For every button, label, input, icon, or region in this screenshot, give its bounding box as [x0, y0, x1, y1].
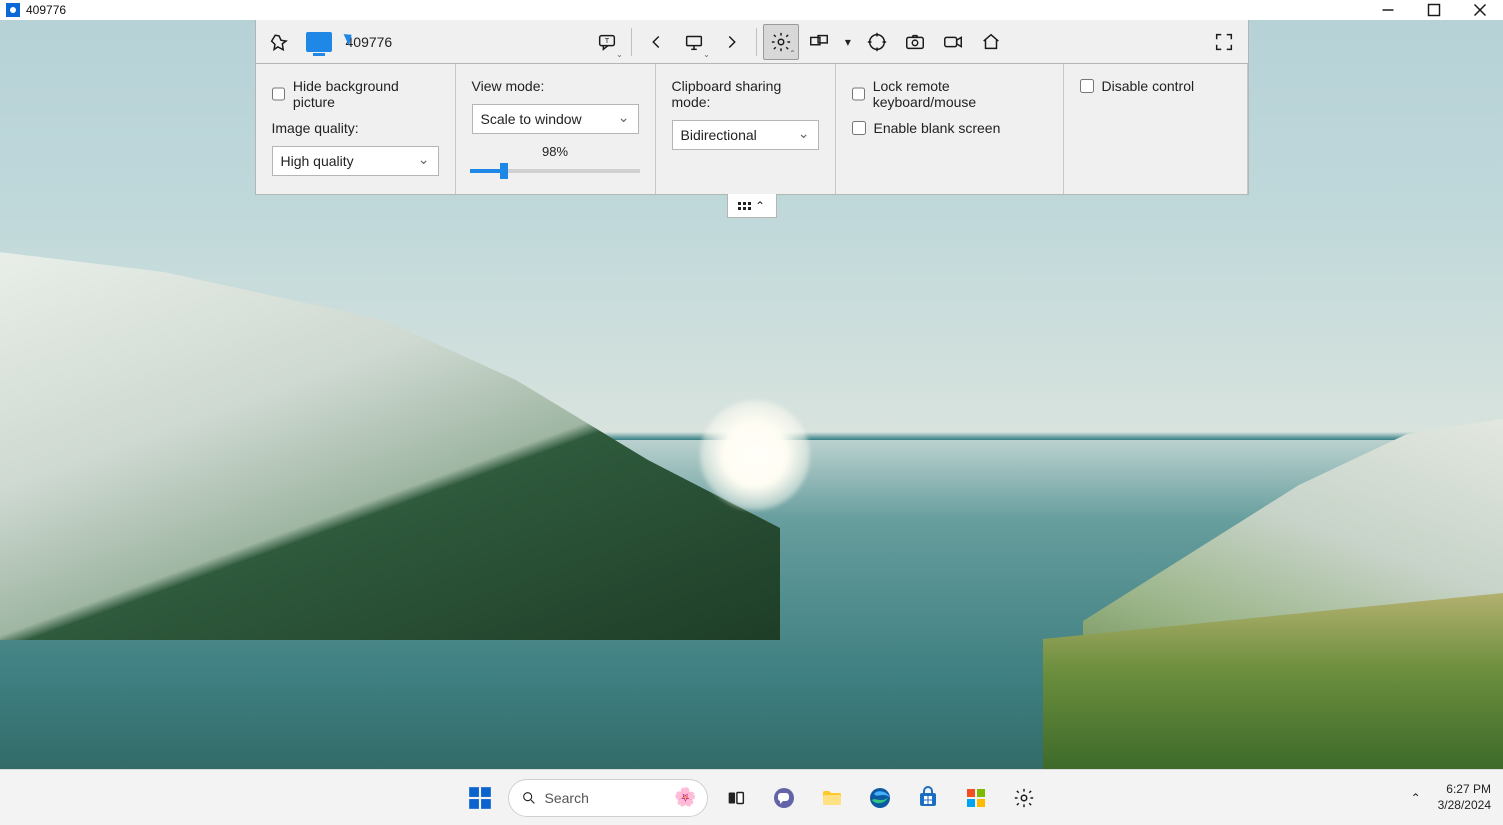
- taskbar-search[interactable]: Search 🌸: [508, 779, 708, 817]
- window-close-button[interactable]: [1457, 0, 1503, 20]
- image-quality-select[interactable]: High quality: [272, 146, 439, 176]
- hide-background-label: Hide background picture: [293, 78, 439, 110]
- fullscreen-button[interactable]: [1206, 24, 1242, 60]
- taskbar-app-icon[interactable]: [956, 778, 996, 818]
- toolbar-separator: [631, 28, 632, 56]
- taskbar-search-placeholder: Search: [545, 790, 589, 806]
- search-icon: [521, 790, 537, 806]
- taskbar-settings-icon[interactable]: [1004, 778, 1044, 818]
- collapse-panel-tab[interactable]: ⌃: [727, 194, 777, 218]
- chevron-up-icon: ⌃: [789, 49, 796, 58]
- hide-background-checkbox[interactable]: Hide background picture: [272, 78, 439, 110]
- tray-overflow-button[interactable]: ⌃: [1404, 791, 1428, 805]
- zoom-slider-fill: [470, 169, 504, 173]
- settings-col-view: View mode: Scale to window 98%: [456, 64, 656, 194]
- system-tray: ⌃ 6:27 PM 3/28/2024: [1404, 770, 1491, 825]
- taskbar-date: 3/28/2024: [1438, 798, 1491, 814]
- disable-control-label: Disable control: [1102, 78, 1195, 94]
- grip-icon: [738, 202, 751, 210]
- clipboard-select[interactable]: Bidirectional: [672, 120, 819, 150]
- view-mode-label: View mode:: [472, 78, 639, 94]
- window-titlebar: 409776: [0, 0, 1503, 20]
- clipboard-value: Bidirectional: [681, 127, 757, 143]
- disable-control-checkbox[interactable]: Disable control: [1080, 78, 1231, 94]
- settings-panel: Hide background picture Image quality: H…: [255, 64, 1249, 195]
- settings-col-clipboard: Clipboard sharing mode: Bidirectional: [656, 64, 836, 194]
- view-mode-value: Scale to window: [481, 111, 582, 127]
- clipboard-label: Clipboard sharing mode:: [672, 78, 819, 110]
- enable-blank-checkbox[interactable]: Enable blank screen: [852, 120, 1047, 136]
- disable-control-input[interactable]: [1080, 79, 1094, 93]
- enable-blank-label: Enable blank screen: [874, 120, 1001, 136]
- actions-dropdown-button[interactable]: ▾: [839, 24, 857, 60]
- taskbar-store-icon[interactable]: [908, 778, 948, 818]
- taskbar-clock[interactable]: 6:27 PM 3/28/2024: [1438, 782, 1491, 813]
- settings-col-input: Lock remote keyboard/mouse Enable blank …: [836, 64, 1064, 194]
- window-minimize-button[interactable]: [1365, 0, 1411, 20]
- chevron-down-icon: ⌄: [616, 50, 623, 59]
- app-icon: [6, 3, 20, 17]
- chevron-down-icon: ⌄: [703, 50, 710, 59]
- lock-remote-input[interactable]: [852, 87, 865, 101]
- taskbar-file-explorer-icon[interactable]: [812, 778, 852, 818]
- monitor-selector-button[interactable]: ⌄: [676, 24, 712, 60]
- chat-button[interactable]: T ⌄: [589, 24, 625, 60]
- hide-background-input[interactable]: [272, 87, 285, 101]
- image-quality-label: Image quality:: [272, 120, 439, 136]
- taskbar-chat-icon[interactable]: [764, 778, 804, 818]
- start-button[interactable]: [460, 778, 500, 818]
- zoom-slider-thumb[interactable]: [500, 163, 508, 179]
- toolbar-separator: [756, 28, 757, 56]
- next-monitor-button[interactable]: [714, 24, 750, 60]
- settings-col-display1: Hide background picture Image quality: H…: [256, 64, 456, 194]
- search-decoration-icon: 🌸: [674, 787, 696, 808]
- wallpaper-sun: [700, 400, 810, 510]
- windows-taskbar: Search 🌸 ⌃: [0, 769, 1503, 825]
- session-toolbar: 409776 T ⌄ ⌄ ⌃: [255, 20, 1249, 64]
- lock-remote-checkbox[interactable]: Lock remote keyboard/mouse: [852, 78, 1047, 110]
- settings-col-control: Disable control: [1064, 64, 1248, 194]
- taskbar-center: Search 🌸: [460, 770, 1044, 825]
- zoom-slider[interactable]: [470, 169, 640, 173]
- monitor-icon: [306, 32, 332, 52]
- multi-window-button[interactable]: [801, 24, 837, 60]
- session-indicator[interactable]: [300, 26, 338, 58]
- chevron-up-icon: ⌃: [755, 199, 765, 213]
- session-toolbar-container: 409776 T ⌄ ⌄ ⌃: [255, 20, 1249, 195]
- taskbar-time: 6:27 PM: [1446, 782, 1491, 798]
- taskbar-edge-icon[interactable]: [860, 778, 900, 818]
- home-button[interactable]: [973, 24, 1009, 60]
- target-button[interactable]: [859, 24, 895, 60]
- view-mode-select[interactable]: Scale to window: [472, 104, 639, 134]
- caret-down-icon: ▾: [845, 35, 851, 49]
- screenshot-button[interactable]: [897, 24, 933, 60]
- lock-remote-label: Lock remote keyboard/mouse: [873, 78, 1047, 110]
- enable-blank-input[interactable]: [852, 121, 866, 135]
- settings-button[interactable]: ⌃: [763, 24, 799, 60]
- zoom-percent-label: 98%: [542, 144, 568, 159]
- window-title: 409776: [26, 3, 66, 17]
- image-quality-value: High quality: [281, 153, 354, 169]
- svg-text:T: T: [605, 35, 610, 44]
- previous-monitor-button[interactable]: [638, 24, 674, 60]
- window-maximize-button[interactable]: [1411, 0, 1457, 20]
- chevron-up-icon: ⌃: [1411, 791, 1421, 805]
- record-button[interactable]: [935, 24, 971, 60]
- pin-toolbar-button[interactable]: [262, 24, 298, 60]
- task-view-button[interactable]: [716, 778, 756, 818]
